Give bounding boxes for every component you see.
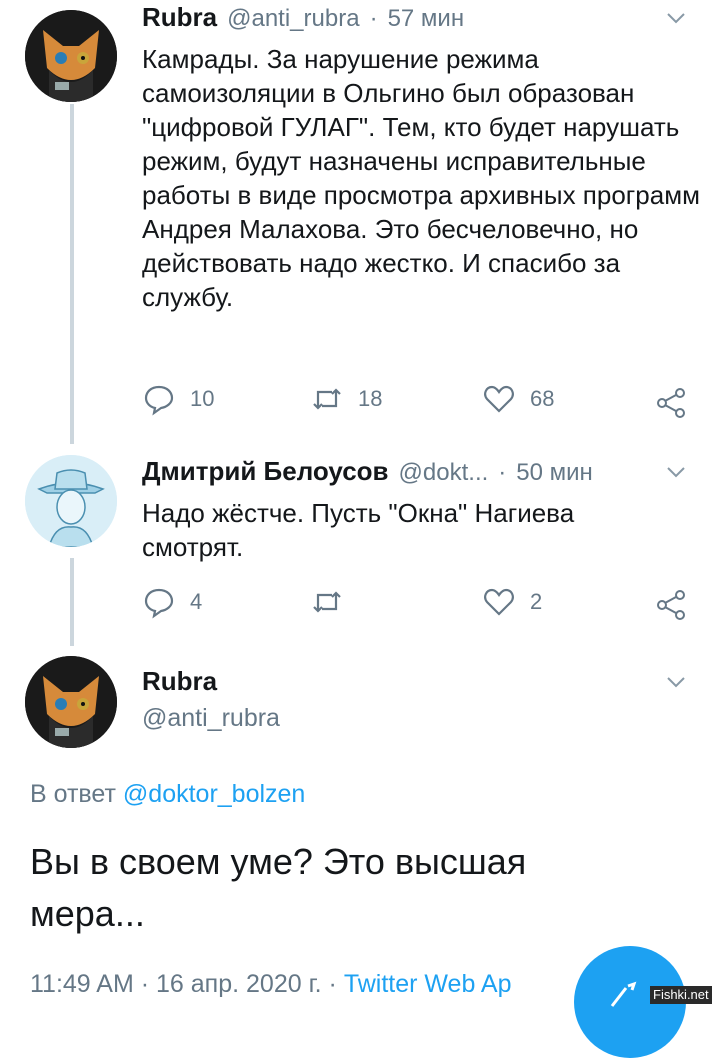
meta-separator: · [498,459,507,486]
reply-icon [144,385,174,416]
tweet-text: Вы в своем уме? Это высшая мера... [30,841,527,934]
like-button[interactable]: 2 [482,585,542,619]
reply-button[interactable]: 4 [142,585,202,619]
avatar-belousov[interactable] [25,455,117,547]
chevron-down-icon[interactable] [664,6,688,30]
tweet-meta: 11:49 AM · 16 апр. 2020 г. · Twitter Web… [30,970,512,999]
reply-prefix: В ответ [30,780,116,808]
like-icon [484,385,514,413]
like-count: 2 [530,589,543,614]
thread-line [70,104,74,444]
retweet-icon [313,388,341,410]
meta-separator: · [328,970,337,998]
author-handle[interactable]: @anti_rubra [142,704,280,733]
reply-icon [144,588,174,619]
compose-icon [610,981,637,1007]
meta-separator: · [369,5,378,32]
sketch-avatar-image [25,455,117,547]
reply-count: 4 [190,589,203,614]
avatar-rubra[interactable] [25,656,117,748]
thread-line [70,558,74,646]
reply-to-link[interactable]: @doktor_bolzen [123,780,305,808]
like-button[interactable]: 68 [482,382,554,416]
like-icon [484,588,514,616]
retweet-icon [313,591,341,613]
like-count: 68 [530,386,555,411]
share-icon[interactable] [654,386,688,420]
watermark: Fishki.net [650,986,712,1004]
meta-separator: · [140,970,150,998]
chevron-down-icon[interactable] [664,670,688,694]
cat-avatar-image [25,656,117,748]
reply-count: 10 [190,386,215,411]
tweet-text: Камрады. За нарушение режима самоизоляци… [142,44,700,312]
author-name[interactable]: Rubra [142,2,217,33]
reply-button[interactable]: 10 [142,382,214,416]
timestamp[interactable]: 57 мин [388,5,465,33]
tweet-date: 16 апр. 2020 г. [156,970,322,998]
tweet-source-link[interactable]: Twitter Web Ap [344,970,512,998]
author-handle[interactable]: @dokt... [399,459,489,487]
chevron-down-icon[interactable] [664,460,688,484]
timestamp[interactable]: 50 мин [516,459,593,487]
author-handle[interactable]: @anti_rubra [227,5,359,33]
reply-context: В ответ @doktor_bolzen [30,780,305,809]
author-name[interactable]: Дмитрий Белоусов [142,456,389,487]
cat-avatar-image [25,10,117,102]
tweet-time: 11:49 AM [30,970,134,998]
share-icon[interactable] [654,588,688,622]
retweet-button[interactable]: 18 [310,382,382,416]
author-name[interactable]: Rubra [142,666,217,697]
retweet-count: 18 [358,386,383,411]
retweet-button[interactable] [310,585,358,619]
tweet-text: Надо жёстче. Пусть "Окна" Нагиева смотря… [142,498,575,562]
avatar-rubra[interactable] [25,10,117,102]
